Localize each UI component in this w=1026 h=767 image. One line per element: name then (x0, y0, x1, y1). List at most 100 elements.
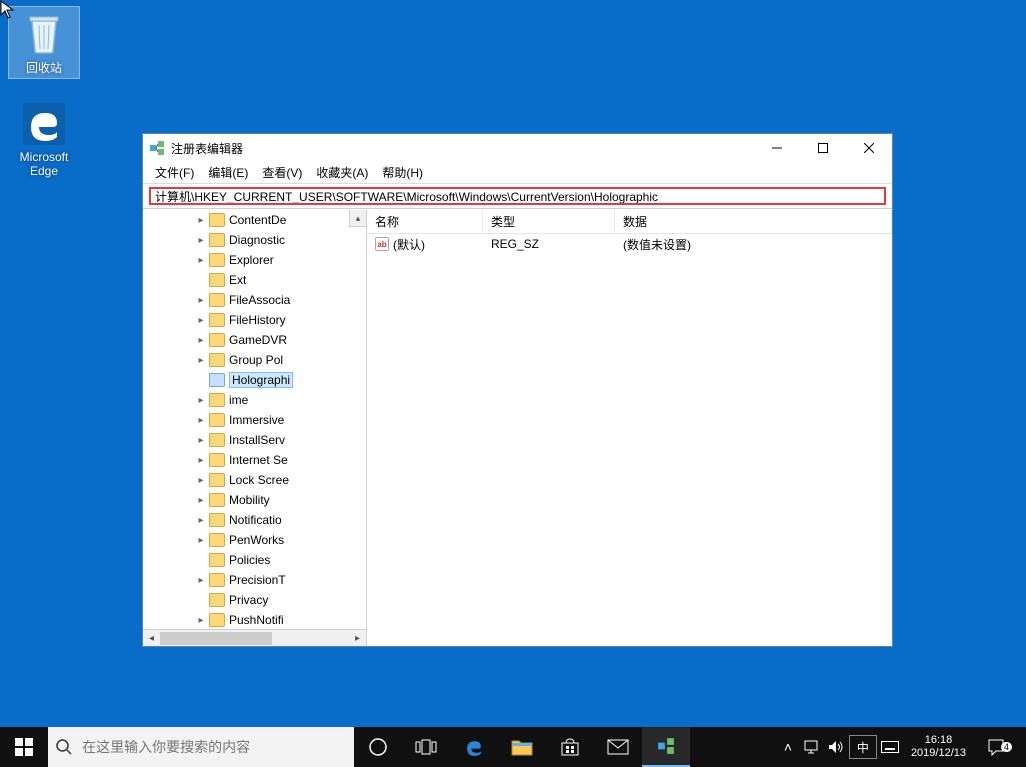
folder-icon (209, 233, 225, 247)
taskbar-edge-icon[interactable] (450, 727, 498, 767)
tree-item[interactable]: ▸FileHistory (143, 310, 366, 330)
tree-item-label: InstallServ (229, 433, 285, 447)
folder-icon (209, 213, 225, 227)
scroll-right-button[interactable]: ▸ (349, 630, 366, 647)
scroll-up-button[interactable]: ▴ (349, 210, 366, 227)
tree-item[interactable]: ▸Immersive (143, 410, 366, 430)
taskbar-search[interactable] (48, 727, 354, 767)
tree-expand-icon[interactable]: ▸ (195, 454, 207, 466)
cortana-icon[interactable] (354, 727, 402, 767)
registry-path-input[interactable]: 计算机\HKEY_CURRENT_USER\SOFTWARE\Microsoft… (149, 187, 886, 205)
col-header-type[interactable]: 类型 (483, 210, 615, 233)
recycle-bin-icon[interactable]: 回收站 (8, 6, 80, 79)
tree-item-label: Lock Scree (229, 473, 289, 487)
tree-expand-icon[interactable]: ▸ (195, 434, 207, 446)
tree-item[interactable]: Policies (143, 550, 366, 570)
title-bar[interactable]: 注册表编辑器 (143, 134, 892, 162)
tray-keyboard-icon[interactable] (879, 741, 901, 753)
taskbar-mail-icon[interactable] (594, 727, 642, 767)
tree-expand-icon[interactable]: ▸ (195, 474, 207, 486)
close-button[interactable] (846, 134, 892, 162)
tree-item[interactable]: ▸Group Pol (143, 350, 366, 370)
tree-item[interactable]: ▸PrecisionT (143, 570, 366, 590)
minimize-button[interactable] (754, 134, 800, 162)
search-input[interactable] (80, 727, 354, 767)
tree-item[interactable]: ▸ContentDe (143, 210, 366, 230)
tree-item[interactable]: ▸ime (143, 390, 366, 410)
taskview-icon[interactable] (402, 727, 450, 767)
tray-clock[interactable]: 16:18 2019/12/13 (903, 734, 974, 760)
tree-item[interactable]: ▸Diagnostic (143, 230, 366, 250)
tree-item-label: Mobility (229, 493, 270, 507)
folder-icon (209, 473, 225, 487)
menu-bar: 文件(F) 编辑(E) 查看(V) 收藏夹(A) 帮助(H) (143, 162, 892, 184)
col-header-name[interactable]: 名称 (367, 210, 483, 233)
tree-expand-icon[interactable]: ▸ (195, 234, 207, 246)
menu-file[interactable]: 文件(F) (149, 164, 200, 181)
menu-view[interactable]: 查看(V) (256, 164, 308, 181)
col-header-data[interactable]: 数据 (615, 210, 892, 233)
tree-expand-icon[interactable] (195, 274, 207, 286)
tree-expand-icon[interactable]: ▸ (195, 334, 207, 346)
tree-expand-icon[interactable]: ▸ (195, 314, 207, 326)
tree-expand-icon[interactable] (195, 594, 207, 606)
tree-item[interactable]: ▸GameDVR (143, 330, 366, 350)
tree-item[interactable]: ▸ Mobility (143, 490, 366, 510)
start-button[interactable] (0, 727, 48, 767)
tray-volume-icon[interactable] (825, 740, 847, 754)
menu-edit[interactable]: 编辑(E) (202, 164, 254, 181)
tree-item[interactable]: ▸Explorer (143, 250, 366, 270)
desktop: 回收站 Microsoft Edge 注册表编辑器 文件(F) 编辑(E) 查看… (0, 0, 1026, 767)
tray-ime-indicator[interactable]: 中 (849, 735, 877, 759)
tray-notifications-icon[interactable]: 4 (976, 738, 1016, 756)
folder-icon (209, 453, 225, 467)
edge-icon[interactable]: Microsoft Edge (8, 100, 80, 178)
tree-item[interactable]: ▸ Lock Scree (143, 470, 366, 490)
folder-icon (209, 593, 225, 607)
tree-item[interactable]: Ext (143, 270, 366, 290)
tree-expand-icon[interactable]: ▸ (195, 614, 207, 626)
tree-expand-icon[interactable]: ▸ (195, 574, 207, 586)
tree-item[interactable]: ▸Notificatio (143, 510, 366, 530)
tree-hscrollbar[interactable]: ◂ ▸ (143, 629, 366, 646)
tree-item[interactable]: ▸FileAssocia (143, 290, 366, 310)
cursor-icon (0, 0, 16, 20)
tree-item[interactable]: ▸Internet Se (143, 450, 366, 470)
tree-expand-icon[interactable]: ▸ (195, 294, 207, 306)
folder-icon (209, 313, 225, 327)
taskbar: ˄ 中 16:18 2019/12/13 4 (0, 727, 1026, 767)
folder-icon (209, 433, 225, 447)
tree-expand-icon[interactable] (195, 374, 207, 386)
tree-item[interactable]: ▸PenWorks (143, 530, 366, 550)
folder-icon (209, 353, 225, 367)
taskbar-regedit-icon[interactable] (642, 727, 690, 767)
tree-expand-icon[interactable]: ▸ (195, 394, 207, 406)
tree-expand-icon[interactable] (195, 554, 207, 566)
folder-icon (209, 393, 225, 407)
scroll-left-button[interactable]: ◂ (143, 630, 160, 647)
value-row[interactable]: ab (默认) REG_SZ (数值未设置) (367, 234, 892, 254)
tree-expand-icon[interactable]: ▸ (195, 254, 207, 266)
taskbar-store-icon[interactable] (546, 727, 594, 767)
taskbar-explorer-icon[interactable] (498, 727, 546, 767)
tree-item[interactable]: Holographi (143, 370, 366, 390)
registry-tree[interactable]: ▸ContentDe▸Diagnostic▸ExplorerExt▸FileAs… (143, 210, 366, 629)
tree-expand-icon[interactable]: ▸ (195, 354, 207, 366)
scroll-track[interactable] (160, 630, 349, 647)
tree-item[interactable]: Privacy (143, 590, 366, 610)
maximize-button[interactable] (800, 134, 846, 162)
tree-expand-icon[interactable]: ▸ (195, 414, 207, 426)
tree-expand-icon[interactable]: ▸ (195, 534, 207, 546)
tree-expand-icon[interactable]: ▸ (195, 514, 207, 526)
tray-chevron-up-icon[interactable]: ˄ (777, 739, 799, 755)
values-list[interactable]: ab (默认) REG_SZ (数值未设置) (367, 234, 892, 646)
folder-icon (209, 413, 225, 427)
tree-item[interactable]: ▸PushNotifi (143, 610, 366, 629)
menu-help[interactable]: 帮助(H) (376, 164, 429, 181)
tree-item[interactable]: ▸ InstallServ (143, 430, 366, 450)
scroll-thumb[interactable] (160, 632, 272, 645)
menu-favorites[interactable]: 收藏夹(A) (310, 164, 374, 181)
tray-network-icon[interactable] (801, 740, 823, 754)
tree-expand-icon[interactable]: ▸ (195, 214, 207, 226)
tree-expand-icon[interactable]: ▸ (195, 494, 207, 506)
